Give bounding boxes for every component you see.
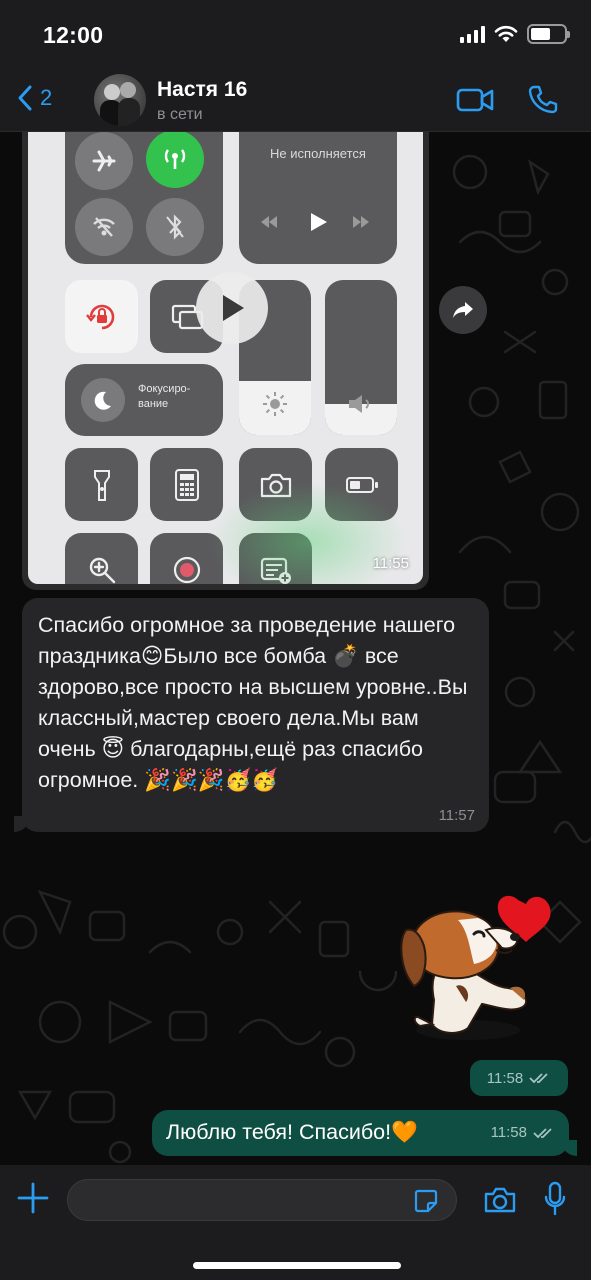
play-icon (223, 295, 244, 321)
double-check-icon (529, 1073, 548, 1084)
chevron-left-icon (18, 85, 32, 111)
image-preview[interactable]: Не исполняется Фокусиро- вание 11:55 (28, 132, 423, 584)
sun-icon (263, 392, 287, 416)
video-call-icon[interactable] (456, 86, 494, 114)
contact-name[interactable]: Настя 16 (157, 78, 247, 102)
status-time: 12:00 (43, 22, 104, 48)
microphone-icon[interactable] (543, 1181, 567, 1217)
wifi-icon (494, 25, 518, 42)
focus-tile: Фокусиро- вание (65, 364, 223, 436)
chat-header: 2 Настя 16 в сети (0, 70, 591, 132)
now-playing-label: Не исполняется (270, 146, 366, 161)
home-indicator[interactable] (193, 1262, 401, 1269)
message-input[interactable] (67, 1179, 457, 1221)
status-bar: 12:00 (0, 0, 591, 70)
back-button[interactable]: 2 (16, 84, 52, 112)
rotation-lock-icon (65, 280, 138, 353)
focus-label: Фокусиро- вание (138, 383, 191, 410)
status-icons (460, 24, 570, 44)
now-playing-tile: Не исполняется (239, 132, 397, 264)
message-time: 11:57 (438, 807, 475, 824)
contact-status: в сети (157, 106, 203, 123)
chat-area[interactable]: Не исполняется Фокусиро- вание 11:55 Спа… (0, 132, 591, 1165)
flashlight-icon (65, 448, 138, 521)
forward-button[interactable] (439, 286, 487, 334)
dog-sticker[interactable] (398, 890, 558, 1050)
image-message[interactable]: Не исполняется Фокусиро- вание 11:55 (22, 132, 429, 590)
forward-arrow-icon (453, 302, 473, 318)
sticker-icon[interactable] (414, 1189, 438, 1213)
avatar[interactable] (94, 74, 146, 126)
message-time: 11:58 (486, 1069, 524, 1087)
cellular-data-icon (146, 132, 204, 188)
message-time: 11:55 (372, 555, 409, 572)
play-video-button[interactable] (196, 272, 268, 344)
unread-count: 2 (40, 85, 53, 110)
magnifier-icon (65, 533, 138, 584)
incoming-message-bubble[interactable]: Спасибо огромное за проведение нашего пр… (14, 598, 489, 832)
bluetooth-off-icon (146, 198, 204, 256)
outgoing-message-bubble[interactable]: Люблю тебя! Спасибо!🧡 11:58 (152, 1110, 577, 1156)
moon-icon (81, 378, 125, 422)
plus-icon[interactable] (16, 1181, 50, 1215)
phone-icon[interactable] (528, 84, 558, 114)
message-time: 11:58 (490, 1124, 527, 1141)
message-text: Спасибо огромное за проведение нашего пр… (38, 613, 468, 792)
volume-slider (325, 280, 397, 435)
battery-icon (527, 24, 570, 44)
composer-bar (0, 1165, 591, 1280)
camera-icon[interactable] (483, 1185, 517, 1215)
double-check-icon (533, 1127, 552, 1138)
message-text: Люблю тебя! Спасибо!🧡 (166, 1120, 418, 1144)
playback-controls-icon (261, 213, 369, 231)
cellular-signal-icon (460, 25, 485, 43)
sticker-time-pill: 11:58 (470, 1060, 568, 1096)
calculator-icon (150, 448, 223, 521)
wifi-off-icon (75, 198, 133, 256)
message-meta: 11:58 (491, 1124, 555, 1141)
airplane-icon (75, 132, 133, 190)
speaker-icon (349, 395, 369, 413)
